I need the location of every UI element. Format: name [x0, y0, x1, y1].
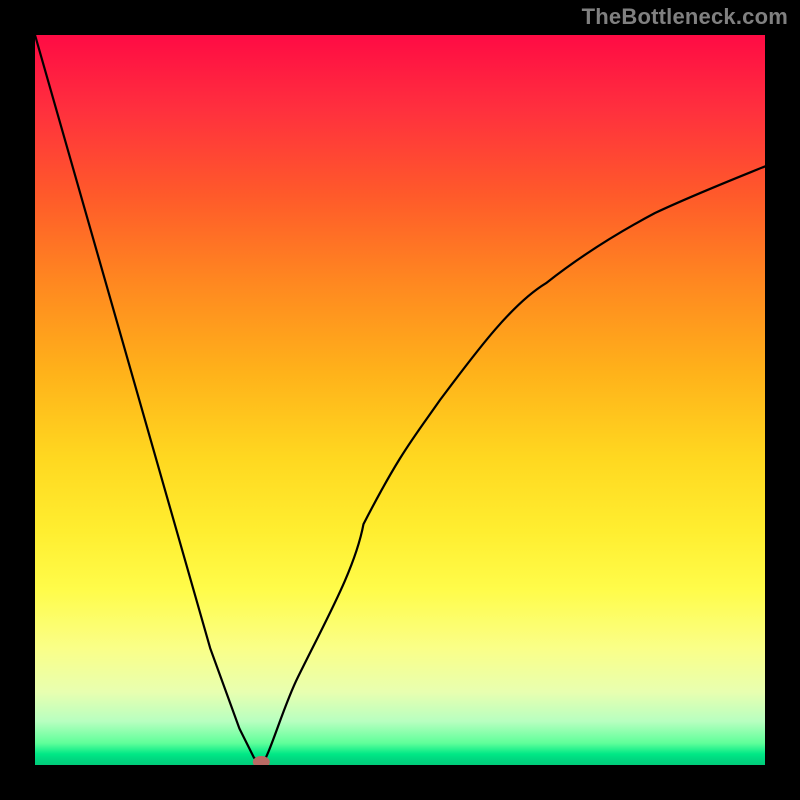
curve-left-branch — [35, 35, 261, 765]
watermark-text: TheBottleneck.com — [582, 4, 788, 30]
chart-frame: TheBottleneck.com — [0, 0, 800, 800]
chart-svg — [35, 35, 765, 765]
chart-plot-area — [35, 35, 765, 765]
curve-right-branch — [261, 166, 765, 765]
minimum-marker — [253, 757, 269, 766]
